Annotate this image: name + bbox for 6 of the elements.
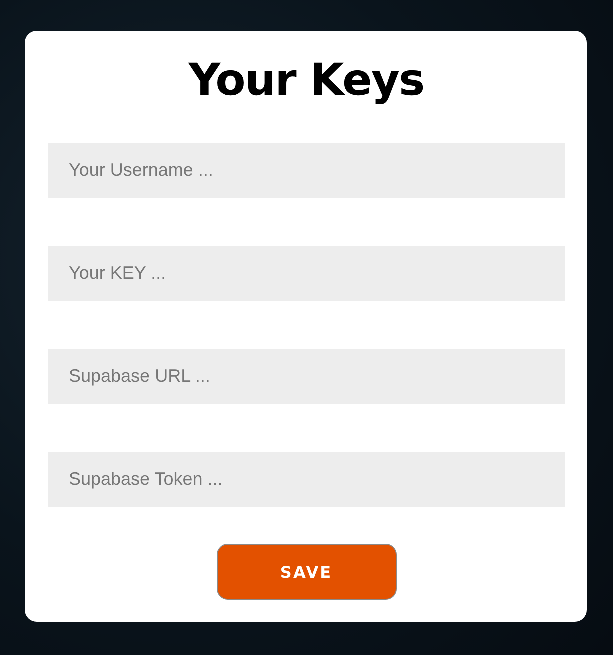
input-field[interactable]: Supabase Token ...	[48, 452, 565, 507]
input-field[interactable]: Your Username ...	[48, 143, 565, 198]
save-button[interactable]: SAVE	[216, 544, 396, 600]
input-field[interactable]: Your KEY ...	[48, 246, 565, 301]
form-title: Your Keys	[188, 54, 424, 108]
input-field[interactable]: Supabase URL ...	[48, 349, 565, 404]
